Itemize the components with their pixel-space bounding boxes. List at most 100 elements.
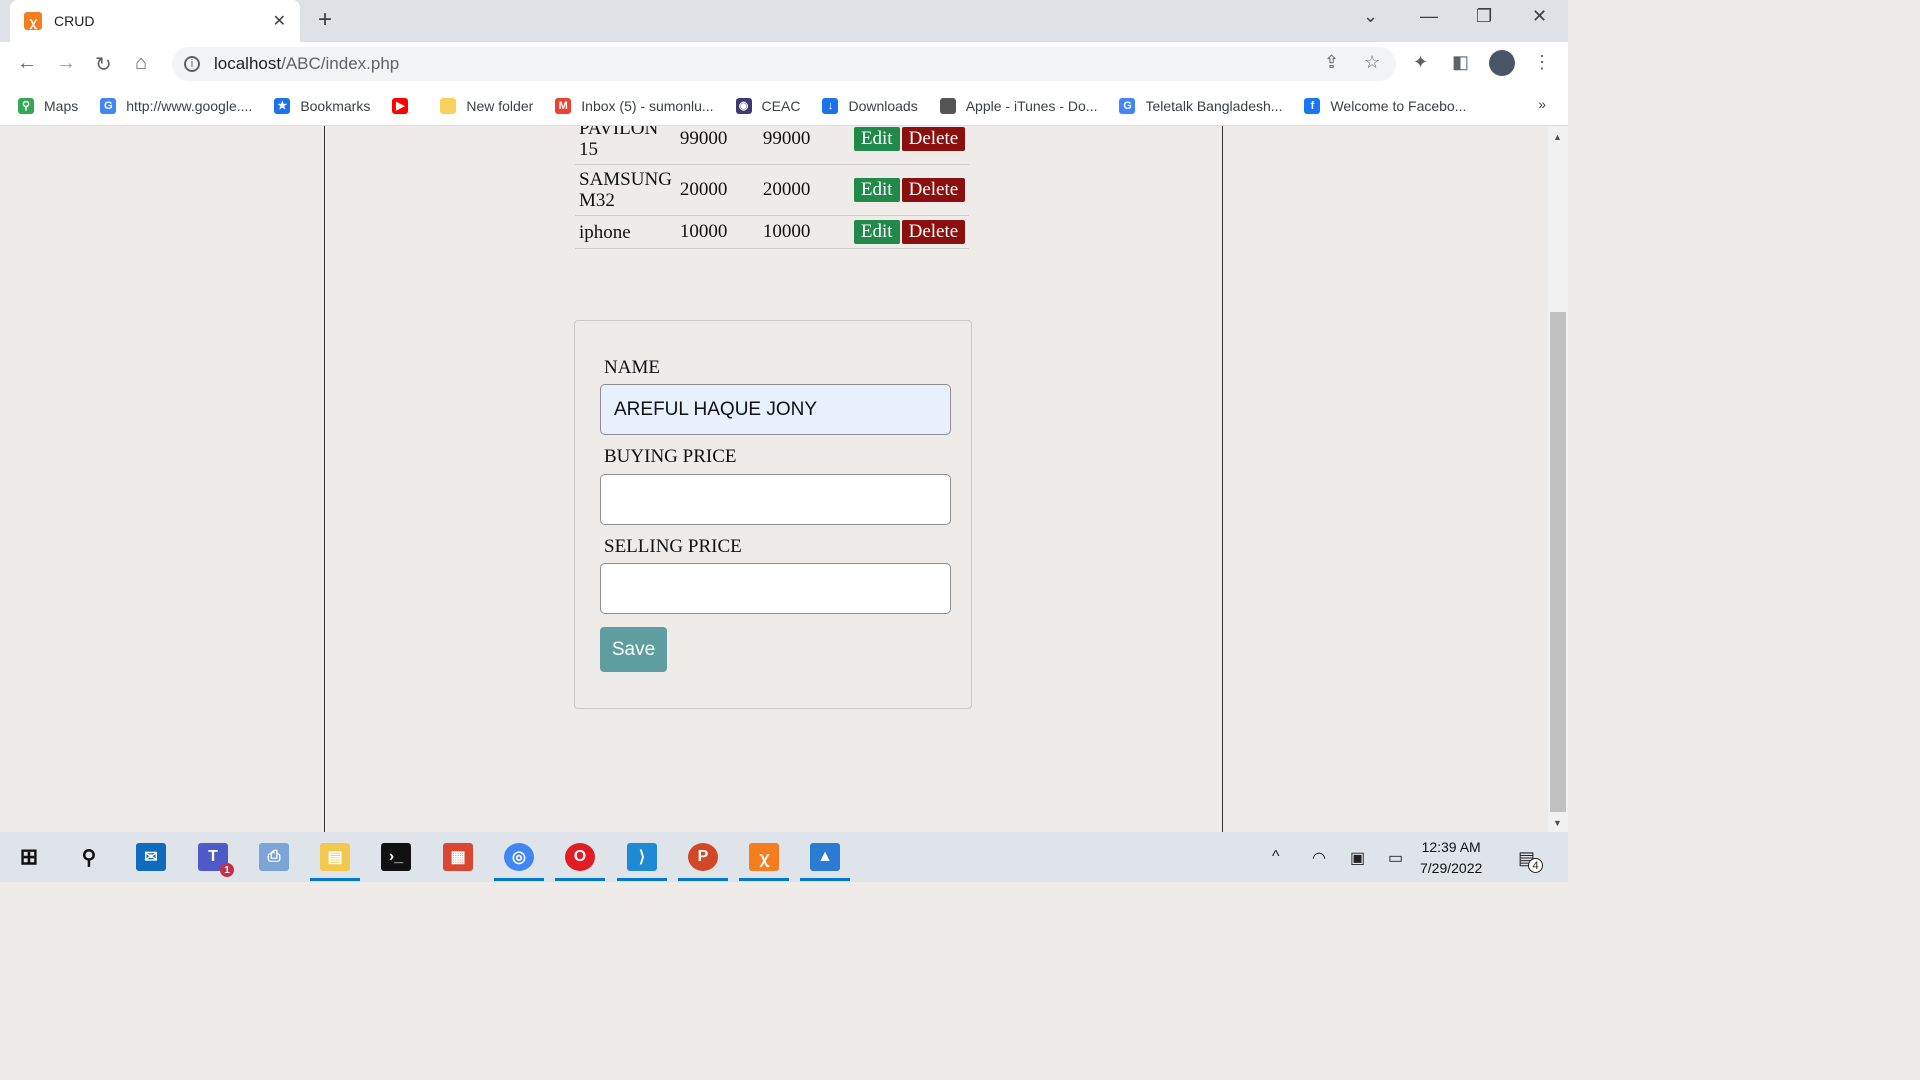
- google-icon: G: [1119, 97, 1136, 114]
- delete-button[interactable]: Delete: [901, 220, 966, 244]
- bookmark-label: Welcome to Facebo...: [1330, 97, 1467, 114]
- site-info-icon[interactable]: i: [184, 56, 200, 72]
- actions-cell: Edit Delete: [841, 164, 970, 216]
- name-input[interactable]: [600, 384, 951, 435]
- close-window-icon[interactable]: ✕: [1532, 6, 1547, 27]
- restore-icon[interactable]: ❐: [1476, 6, 1492, 27]
- tab-search-icon[interactable]: ⌄: [1363, 6, 1378, 27]
- bookmark-item[interactable]: ★ Bookmarks: [274, 97, 370, 114]
- reload-icon[interactable]: ↻: [95, 52, 112, 77]
- address-bar[interactable]: i localhost/ABC/index.php: [172, 47, 1396, 81]
- apple-icon: [939, 97, 956, 114]
- bookmark-label: http://www.google....: [126, 97, 253, 114]
- star-icon: ★: [274, 97, 291, 114]
- table-row: iphone 10000 10000 Edit Delete: [575, 215, 970, 249]
- buying-price-cell: 10000: [675, 215, 759, 249]
- scroll-down-icon[interactable]: ▼: [1553, 818, 1562, 828]
- selling-price-cell: 99000: [758, 126, 842, 165]
- edit-button[interactable]: Edit: [853, 178, 900, 202]
- close-tab-icon[interactable]: ✕: [273, 11, 286, 31]
- delete-button[interactable]: Delete: [901, 127, 966, 151]
- tab-crud[interactable]: ꭓ CRUD ✕: [10, 0, 300, 42]
- bookmark-star-icon[interactable]: ☆: [1364, 52, 1380, 73]
- scroll-up-icon[interactable]: ▲: [1553, 132, 1562, 142]
- delete-button[interactable]: Delete: [901, 178, 966, 202]
- bookmark-item[interactable]: Apple - iTunes - Do...: [939, 97, 1098, 114]
- bookmark-item[interactable]: ◉ CEAC: [735, 97, 800, 114]
- teams-icon[interactable]: T1: [198, 843, 234, 877]
- download-icon: ↓: [822, 97, 839, 114]
- bookmark-item[interactable]: f Welcome to Facebo...: [1304, 97, 1467, 114]
- extensions-icon[interactable]: ✦: [1413, 52, 1428, 73]
- powerpoint-icon[interactable]: P: [678, 843, 728, 881]
- windows-start-icon[interactable]: ⊞: [14, 843, 44, 871]
- actions-cell: Edit Delete: [841, 126, 970, 165]
- scrollbar-thumb[interactable]: [1550, 312, 1566, 812]
- menu-icon[interactable]: ⋮: [1533, 52, 1551, 73]
- selling-price-label: SELLING PRICE: [604, 536, 742, 557]
- chrome-icon[interactable]: ◎: [494, 843, 544, 881]
- teams-badge: 1: [220, 863, 234, 877]
- bookmark-item[interactable]: Ghttp://www.google....: [100, 97, 253, 114]
- system-clock[interactable]: 12:39 AM 7/29/2022: [1420, 837, 1482, 879]
- bookmark-item[interactable]: ▶: [392, 97, 418, 114]
- meet-now-icon[interactable]: ▣: [1350, 848, 1365, 868]
- battery-icon[interactable]: ▭: [1388, 848, 1403, 868]
- photos-icon[interactable]: ▲: [800, 843, 850, 881]
- show-hidden-icons[interactable]: ^: [1272, 848, 1280, 866]
- xampp-taskbar-icon[interactable]: ꭓ: [739, 843, 789, 881]
- youtube-icon: ▶: [392, 97, 409, 114]
- actions-cell: Edit Delete: [841, 215, 970, 249]
- home-icon[interactable]: ⌂: [135, 52, 147, 75]
- table-row: PAVILON 15 99000 99000 Edit Delete: [575, 126, 970, 165]
- page-content: PAVILON 15 99000 99000 Edit Delete SAMSUNG M3…: [0, 126, 1548, 832]
- maps-icon: ⚲: [18, 97, 34, 114]
- product-name-cell: PAVILON 15: [575, 126, 676, 165]
- bookmark-item[interactable]: M Inbox (5) - sumonlu...: [555, 97, 714, 114]
- name-label: NAME: [604, 357, 660, 378]
- wifi-icon[interactable]: ◠: [1312, 848, 1326, 868]
- bookmark-item[interactable]: ↓ Downloads: [822, 97, 918, 114]
- file-explorer-icon[interactable]: ▤: [310, 843, 360, 881]
- side-panel-icon[interactable]: ◧: [1452, 52, 1469, 73]
- selling-price-input[interactable]: [600, 563, 951, 614]
- minimize-icon[interactable]: —: [1420, 6, 1438, 27]
- share-icon[interactable]: ⇪: [1324, 52, 1339, 73]
- left-border-line: [324, 126, 325, 832]
- save-button[interactable]: Save: [600, 627, 667, 672]
- terminal-icon[interactable]: ›_: [381, 843, 411, 871]
- edit-button[interactable]: Edit: [853, 220, 900, 244]
- bookmark-label: Apple - iTunes - Do...: [965, 97, 1098, 114]
- bookmark-item[interactable]: New folder: [440, 97, 533, 114]
- folder-icon: [440, 97, 457, 114]
- back-icon[interactable]: ←: [17, 52, 37, 75]
- browser-toolbar: ← → ↻ ⌂ i localhost/ABC/index.php ⇪ ☆ ✦ …: [0, 42, 1568, 86]
- bookmarks-bar: ⚲ Maps Ghttp://www.google.... ★ Bookmarks ▶ Ne…: [0, 86, 1568, 126]
- edit-button[interactable]: Edit: [853, 127, 900, 151]
- buying-price-input[interactable]: [600, 474, 951, 525]
- xampp-icon: ꭓ: [24, 12, 42, 30]
- notifications-icon[interactable]: ▤ 4: [1518, 848, 1543, 873]
- bookmark-item[interactable]: G Teletalk Bangladesh...: [1119, 97, 1282, 114]
- new-tab-button[interactable]: +: [318, 6, 332, 34]
- selling-price-cell: 20000: [758, 164, 842, 216]
- url-text: localhost/ABC/index.php: [214, 54, 400, 73]
- clock-time: 12:39 AM: [1421, 839, 1481, 855]
- bookmark-label: Inbox (5) - sumonlu...: [581, 97, 714, 114]
- search-icon[interactable]: ⚲: [74, 843, 104, 871]
- selling-price-cell: 10000: [758, 215, 842, 249]
- facebook-icon: f: [1304, 97, 1321, 114]
- buying-price-label: BUYING PRICE: [604, 446, 737, 467]
- more-bookmarks-icon[interactable]: »: [1538, 96, 1546, 112]
- network-app-icon[interactable]: ⎙: [259, 843, 289, 871]
- bookmark-item[interactable]: ⚲ Maps: [18, 97, 78, 114]
- mail-icon[interactable]: ✉: [136, 843, 166, 871]
- notifications-badge: 4: [1528, 858, 1543, 873]
- winrar-icon[interactable]: ▦: [443, 843, 473, 871]
- vscode-icon[interactable]: ⟩: [617, 843, 667, 881]
- profile-avatar[interactable]: [1489, 50, 1515, 76]
- opera-icon[interactable]: O: [555, 843, 605, 881]
- tab-title: CRUD: [54, 13, 95, 29]
- products-table: PAVILON 15 99000 99000 Edit Delete SAMSUNG M3…: [575, 126, 970, 249]
- forward-icon[interactable]: →: [56, 52, 76, 75]
